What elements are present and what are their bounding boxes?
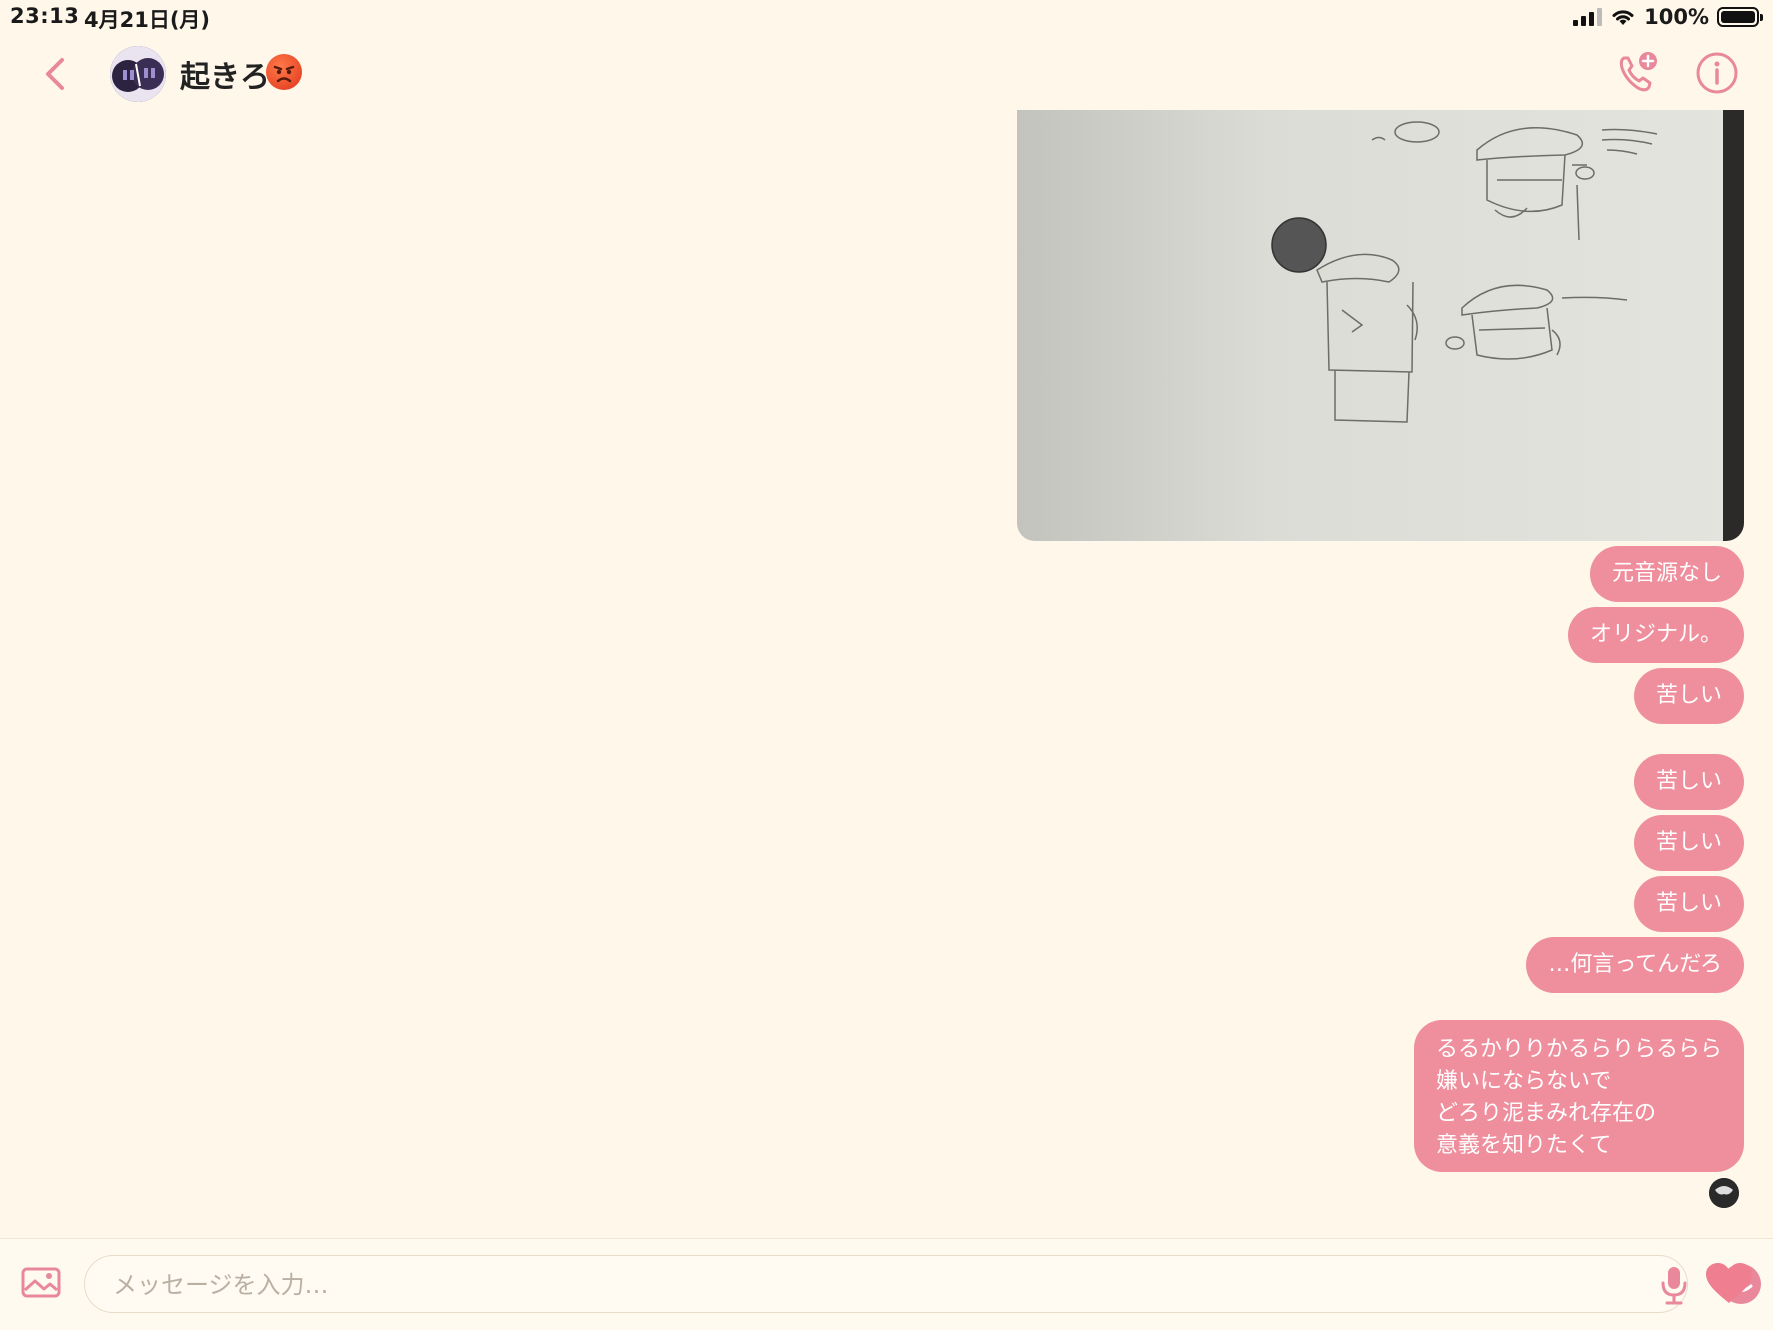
chat-title: 起きろ [180, 60, 270, 95]
avatar-image [110, 46, 166, 102]
like-button[interactable] [1704, 1261, 1754, 1307]
cellular-signal-icon [1573, 8, 1603, 26]
message-input[interactable] [111, 1256, 1555, 1314]
voice-input-button[interactable] [1655, 1264, 1693, 1306]
status-date: 4月21日(月) [84, 8, 211, 32]
status-bar: 23:13 4月21日(月) 100% [0, 0, 1773, 36]
chat-header: 起きろ [0, 40, 1773, 110]
image-message[interactable] [1017, 110, 1744, 541]
angry-face-icon [266, 54, 302, 90]
message-bubble[interactable]: …何言ってんだろ [1526, 937, 1744, 993]
wifi-icon [1612, 10, 1634, 25]
message-bubble[interactable]: 元音源なし [1589, 546, 1744, 602]
info-button[interactable] [1694, 50, 1740, 96]
back-button[interactable] [36, 52, 76, 96]
message-input-wrapper [84, 1255, 1761, 1314]
battery-fill [1721, 11, 1755, 23]
message-bubble[interactable]: オリジナル。 [1567, 607, 1744, 663]
message-bubble[interactable]: 苦しい [1633, 668, 1744, 724]
message-bubble[interactable]: 苦しい [1633, 754, 1744, 810]
message-bubble[interactable]: るるかりりかるらりらるらら 嫌いにならないで どろり泥まみれ存在の 意義を知りた… [1413, 1020, 1744, 1172]
sketch-photo [1017, 110, 1744, 541]
chat-avatar[interactable] [110, 46, 166, 102]
chevron-left-icon [46, 58, 64, 90]
message-bubble[interactable]: 苦しい [1633, 876, 1744, 932]
message-composer [0, 1238, 1773, 1330]
battery-percent: 100% [1644, 5, 1709, 29]
call-button[interactable] [1614, 50, 1660, 96]
status-indicators: 100% [1573, 4, 1763, 30]
phone-add-icon [1619, 52, 1657, 92]
read-receipt-avatar [1709, 1178, 1739, 1208]
message-bubble[interactable]: 苦しい [1633, 815, 1744, 871]
battery-icon [1717, 7, 1763, 27]
status-time: 23:13 [10, 4, 80, 28]
microphone-icon [1661, 1267, 1687, 1305]
info-icon [1696, 52, 1738, 94]
image-picker-button[interactable] [20, 1264, 62, 1300]
heart-icon [1706, 1263, 1752, 1303]
image-icon [21, 1267, 61, 1298]
